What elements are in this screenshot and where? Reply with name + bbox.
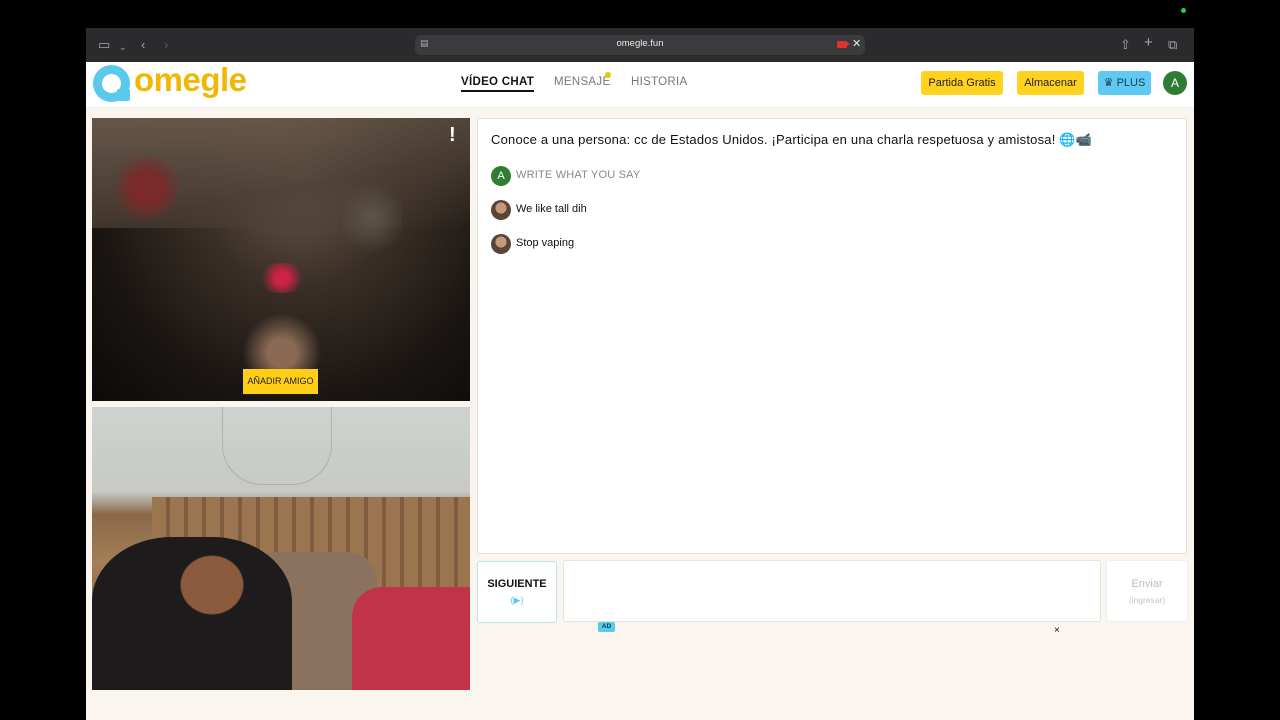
add-friend-button[interactable]: AÑADIR AMIGO bbox=[243, 369, 318, 394]
user-avatar[interactable]: A bbox=[1163, 71, 1187, 95]
plus-button[interactable]: ♛ PLUS bbox=[1098, 71, 1151, 95]
chat-panel: Conoce a una persona: cc de Estados Unid… bbox=[477, 118, 1187, 554]
address-bar[interactable]: ▤ omegle.fun ✕ bbox=[415, 35, 865, 55]
free-match-button[interactable]: Partida Gratis bbox=[921, 71, 1003, 95]
back-icon[interactable]: ‹ bbox=[141, 37, 145, 53]
remote-video-light bbox=[342, 178, 402, 258]
report-button[interactable]: ! bbox=[449, 124, 456, 147]
festive-lights bbox=[252, 263, 312, 293]
message-input[interactable] bbox=[563, 560, 1101, 622]
ad-badge: AD bbox=[598, 622, 615, 632]
send-button-label: Enviar bbox=[1131, 578, 1163, 590]
local-person bbox=[92, 537, 292, 690]
chevron-down-icon[interactable]: ⌄ bbox=[119, 39, 127, 55]
send-button-hint: (ingresar) bbox=[1128, 595, 1166, 605]
send-button[interactable]: Enviar (ingresar) bbox=[1106, 560, 1188, 622]
stranger-avatar bbox=[491, 234, 511, 254]
url-text: omegle.fun bbox=[616, 38, 664, 49]
chat-message-text: Stop vaping bbox=[516, 237, 575, 249]
logo[interactable]: omegle bbox=[93, 61, 253, 103]
tabs-overview-icon[interactable]: ⧉ bbox=[1168, 37, 1177, 53]
blanket bbox=[352, 587, 470, 690]
nav-video-chat[interactable]: VÍDEO CHAT bbox=[461, 76, 535, 92]
wall-drawing bbox=[222, 407, 332, 485]
camera-recording-icon[interactable] bbox=[837, 41, 850, 48]
chat-intro-text: Conoce a una persona: cc de Estados Unid… bbox=[491, 132, 1093, 147]
self-avatar: A bbox=[491, 166, 511, 186]
chat-prompt: WRITE WHAT YOU SAY bbox=[516, 169, 641, 181]
next-button-label: SIGUIENTE bbox=[487, 578, 547, 590]
site-header: omegle VÍDEO CHAT MENSAJE HISTORIA Parti… bbox=[86, 61, 1194, 108]
logo-bubble-icon bbox=[93, 65, 130, 102]
remote-video: ! AÑADIR AMIGO bbox=[92, 118, 470, 401]
next-button[interactable]: SIGUIENTE (▶) bbox=[477, 561, 557, 623]
notification-dot bbox=[605, 72, 611, 78]
local-video bbox=[92, 407, 470, 690]
ad-close-icon[interactable]: × bbox=[1054, 625, 1060, 636]
festive-lights bbox=[112, 153, 182, 223]
browser-toolbar: ▭ ⌄ ‹ › ▤ omegle.fun ✕ ⇧ + ⧉ bbox=[86, 28, 1194, 62]
store-button[interactable]: Almacenar bbox=[1017, 71, 1084, 95]
nav-mensaje[interactable]: MENSAJE bbox=[554, 76, 610, 88]
share-icon[interactable]: ⇧ bbox=[1120, 37, 1131, 53]
chat-message-text: We like tall dih bbox=[516, 203, 587, 215]
nav-historia[interactable]: HISTORIA bbox=[631, 76, 688, 88]
forward-icon[interactable]: › bbox=[164, 37, 168, 53]
logo-text: omegle bbox=[134, 61, 247, 98]
plus-label: PLUS bbox=[1116, 77, 1146, 89]
browser-window: ▭ ⌄ ‹ › ▤ omegle.fun ✕ ⇧ + ⧉ omegle VÍDE… bbox=[86, 28, 1194, 720]
stranger-avatar bbox=[491, 200, 511, 220]
close-icon[interactable]: ✕ bbox=[852, 37, 861, 50]
crown-icon: ♛ bbox=[1103, 77, 1114, 89]
screen: ▭ ⌄ ‹ › ▤ omegle.fun ✕ ⇧ + ⧉ omegle VÍDE… bbox=[0, 0, 1280, 720]
new-tab-icon[interactable]: + bbox=[1144, 35, 1153, 51]
next-button-hint: (▶) bbox=[510, 595, 524, 605]
sidebar-icon[interactable]: ▭ bbox=[98, 37, 110, 53]
camera-indicator-icon bbox=[1181, 8, 1186, 13]
